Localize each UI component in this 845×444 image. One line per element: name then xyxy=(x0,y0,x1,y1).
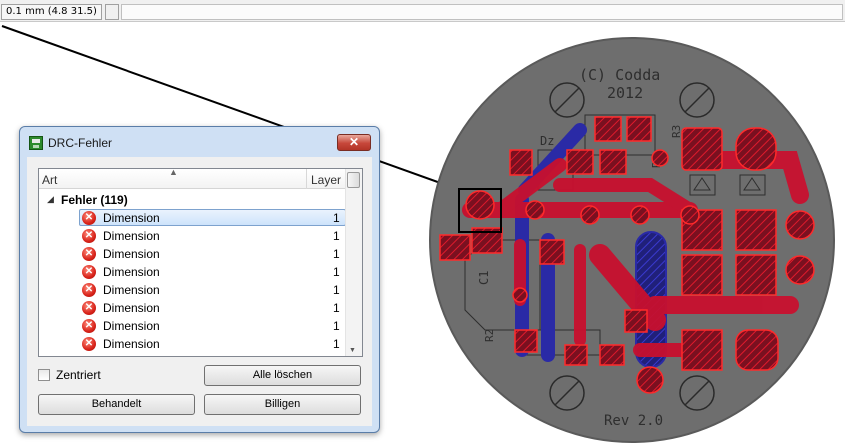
label-r2: R2 xyxy=(483,329,496,342)
error-name: Dimension xyxy=(103,283,160,297)
year-text: 2012 xyxy=(607,84,643,102)
column-divider[interactable] xyxy=(306,169,307,189)
error-name: Dimension xyxy=(103,319,160,333)
close-button[interactable]: ✕ xyxy=(337,134,371,151)
error-icon: ✕ xyxy=(82,319,96,333)
group-label: Fehler (119) xyxy=(61,193,128,207)
error-row[interactable]: ✕ Dimension 1 xyxy=(39,245,346,263)
status-cell xyxy=(105,4,119,20)
vertical-scrollbar[interactable]: ▼ xyxy=(345,169,362,356)
error-row[interactable]: ✕ Dimension 1 xyxy=(39,335,346,353)
column-header-layer[interactable]: Layer xyxy=(311,173,341,187)
scroll-down-icon[interactable]: ▼ xyxy=(349,347,356,354)
zentriert-checkbox[interactable] xyxy=(38,369,50,381)
error-icon: ✕ xyxy=(82,211,96,225)
error-layer: 1 xyxy=(333,211,340,225)
error-layer: 1 xyxy=(333,301,340,315)
error-icon: ✕ xyxy=(82,229,96,243)
error-row[interactable]: ✕ Dimension 1 xyxy=(39,227,346,245)
error-rows: ✕ Dimension 1 ✕ Dimension 1 ✕ Dimension … xyxy=(39,209,346,353)
error-name: Dimension xyxy=(103,265,160,279)
expand-arrow-icon[interactable]: ◢ xyxy=(47,194,54,205)
coordinate-readout: 0.1 mm (4.8 31.5) xyxy=(1,4,102,20)
list-header: Art ▲ Layer xyxy=(39,169,346,189)
error-layer: 1 xyxy=(333,247,340,261)
processed-button[interactable]: Behandelt xyxy=(38,394,195,415)
label-dz: Dz xyxy=(540,134,554,148)
close-icon: ✕ xyxy=(348,135,360,149)
error-icon: ✕ xyxy=(82,247,96,261)
error-icon: ✕ xyxy=(82,265,96,279)
error-icon: ✕ xyxy=(82,337,96,351)
status-message-field xyxy=(121,4,843,20)
revision-text: Rev 2.0 xyxy=(604,413,663,429)
error-name: Dimension xyxy=(103,301,160,315)
error-row[interactable]: ✕ Dimension 1 xyxy=(39,299,346,317)
copyright-text: (C) Codda xyxy=(579,66,660,84)
error-row[interactable]: ✕ Dimension 1 xyxy=(39,209,346,227)
sort-up-icon: ▲ xyxy=(169,168,178,177)
error-name: Dimension xyxy=(103,247,160,261)
column-header-art[interactable]: Art xyxy=(42,173,57,187)
error-name: Dimension xyxy=(103,229,160,243)
drc-errors-dialog: DRC-Fehler ✕ Art ▲ Layer ◢ Fehler (119) … xyxy=(19,126,380,433)
error-layer: 1 xyxy=(333,319,340,333)
error-name: Dimension xyxy=(103,211,160,225)
dialog-title: DRC-Fehler xyxy=(48,136,113,150)
dialog-titlebar[interactable]: DRC-Fehler ✕ xyxy=(20,127,379,157)
scroll-thumb[interactable] xyxy=(347,172,360,188)
error-layer: 1 xyxy=(333,337,340,351)
group-row-fehler[interactable]: ◢ Fehler (119) xyxy=(39,191,346,209)
label-c1: C1 xyxy=(477,271,491,285)
error-row[interactable]: ✕ Dimension 1 xyxy=(39,281,346,299)
status-bar: 0.1 mm (4.8 31.5) xyxy=(0,0,845,22)
clear-all-button[interactable]: Alle löschen xyxy=(204,365,361,386)
error-row[interactable]: ✕ Dimension 1 xyxy=(39,317,346,335)
approve-button[interactable]: Billigen xyxy=(204,394,361,415)
zentriert-label[interactable]: Zentriert xyxy=(56,368,101,382)
dialog-client: Art ▲ Layer ◢ Fehler (119) ✕ Dimension 1… xyxy=(27,157,372,426)
errors-tree-list[interactable]: Art ▲ Layer ◢ Fehler (119) ✕ Dimension 1… xyxy=(38,168,363,357)
error-icon: ✕ xyxy=(82,283,96,297)
error-layer: 1 xyxy=(333,283,340,297)
label-r3: R3 xyxy=(670,125,683,138)
app-board-icon xyxy=(29,136,43,150)
error-name: Dimension xyxy=(103,337,160,351)
error-row[interactable]: ✕ Dimension 1 xyxy=(39,263,346,281)
error-icon: ✕ xyxy=(82,301,96,315)
error-layer: 1 xyxy=(333,229,340,243)
error-layer: 1 xyxy=(333,265,340,279)
